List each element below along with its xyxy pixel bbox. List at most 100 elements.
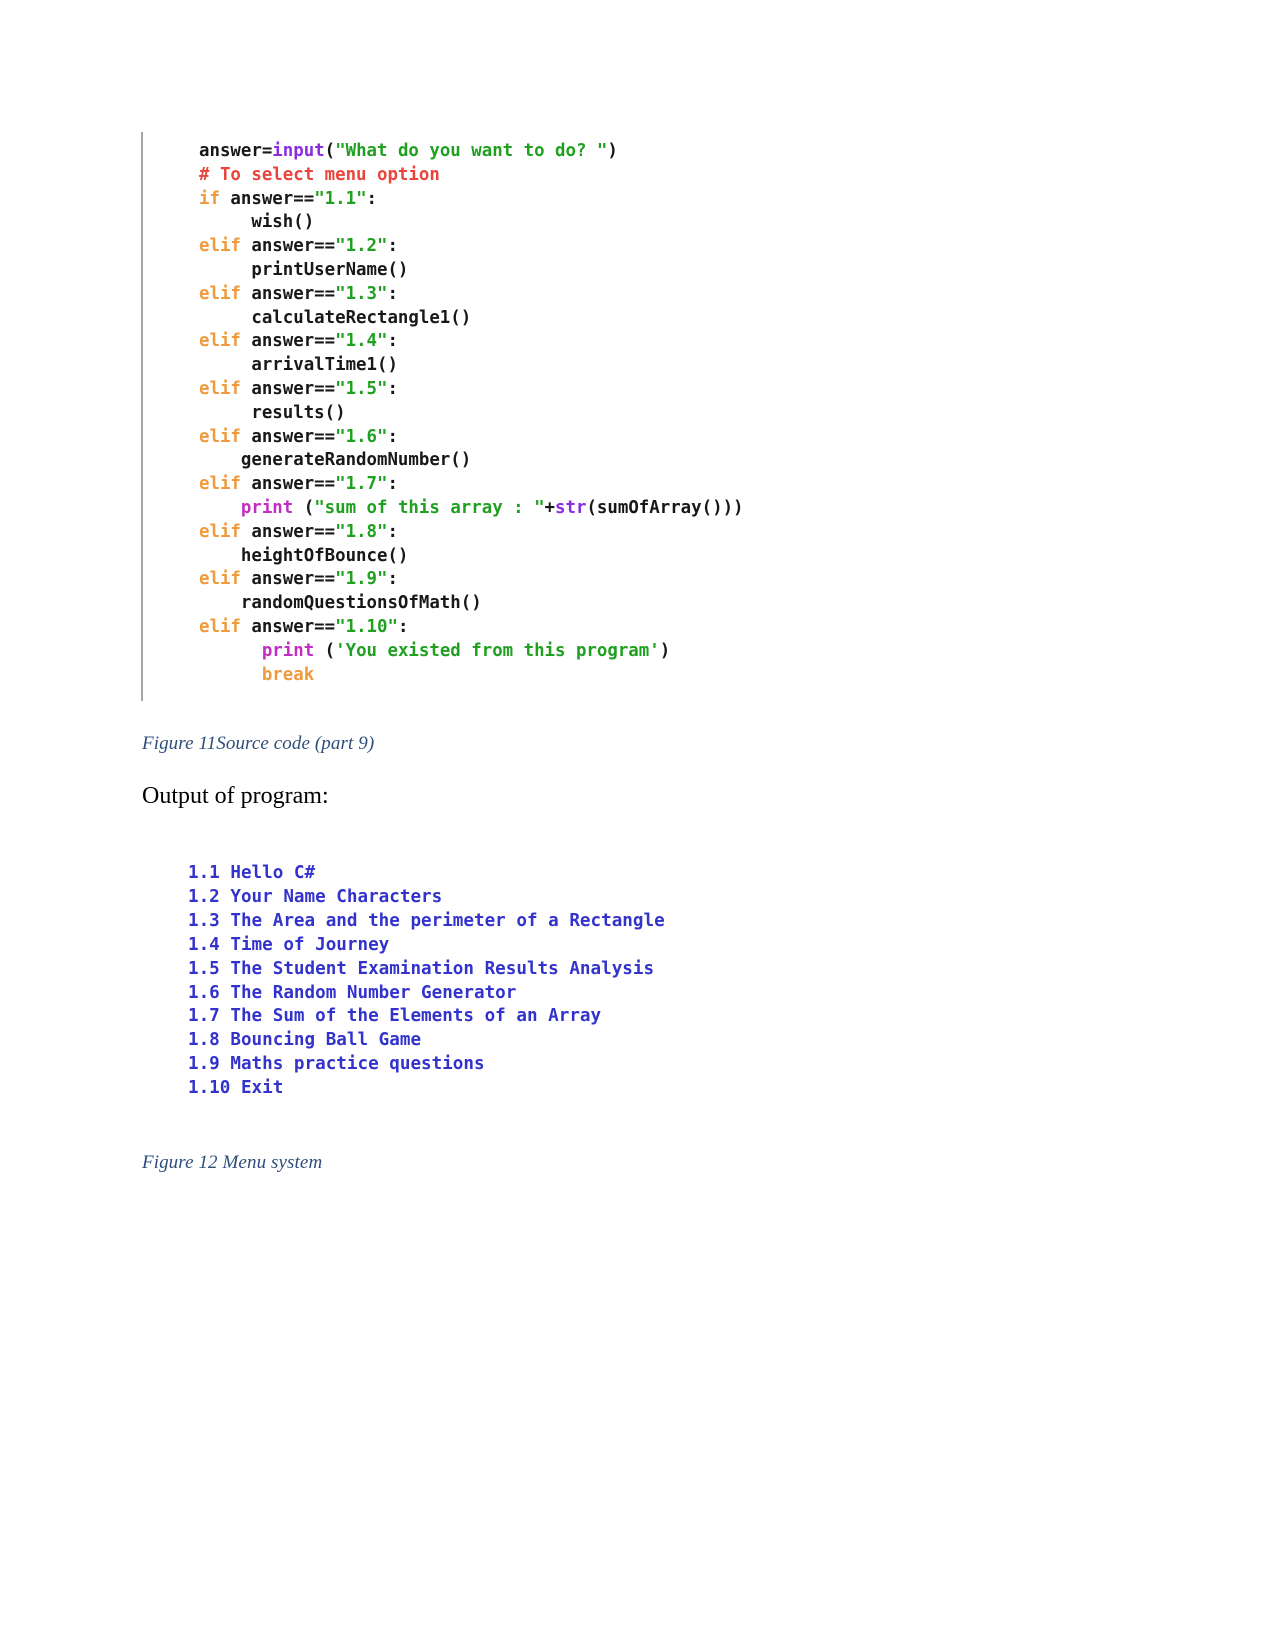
code-token: elif (199, 236, 241, 257)
code-line: elif answer=="1.4": (199, 330, 1041, 354)
code-line: elif answer=="1.7": (199, 473, 1041, 497)
code-token: answer== (219, 188, 315, 209)
code-token: : (387, 283, 398, 304)
code-token: "1.8" (335, 521, 388, 542)
code-token: results() (199, 402, 346, 423)
code-token: ( (324, 141, 336, 161)
code-token: randomQuestionsOfMath() (199, 593, 482, 614)
code-line: elif answer=="1.2": (199, 235, 1041, 259)
code-token: arrivalTime1() (199, 355, 398, 376)
code-token: : (387, 569, 398, 590)
code-token: answer== (240, 616, 336, 637)
code-line: heightOfBounce() (199, 545, 1041, 569)
code-token: "1.7" (335, 474, 388, 495)
output-of-program-heading: Output of program: (142, 783, 329, 809)
code-block: answer=input("What do you want to do? ")… (141, 132, 1041, 702)
code-token: "1.4" (335, 331, 388, 352)
code-token: : (387, 521, 398, 542)
code-line: answer=input("What do you want to do? ") (199, 140, 1041, 164)
code-token: "sum of this array : " (314, 497, 545, 518)
code-line: print ('You existed from this program') (199, 640, 1041, 664)
code-token: : (397, 616, 409, 637)
menu-line: 1.8 Bouncing Ball Game (188, 1030, 422, 1051)
menu-line: 1.1 Hello C# (188, 863, 316, 883)
menu-block: 1.1 Hello C# 1.2 Your Name Characters 1.3 … (188, 862, 1048, 1101)
menu-line: 1.6 The Random Number Generator (188, 982, 517, 1003)
code-line: break (199, 664, 1041, 688)
code-token: wish() (199, 212, 315, 233)
code-token: break (261, 664, 315, 685)
code-line: elif answer=="1.3": (199, 283, 1041, 307)
code-token: "1.5" (335, 378, 388, 399)
menu-line: 1.3 The Area and the perimeter of a Rect… (188, 910, 665, 931)
code-line: printUserName() (199, 259, 1041, 283)
menu-line: 1.5 The Student Examination Results Anal… (188, 958, 655, 979)
code-token: elif (199, 426, 241, 447)
figure-11-caption: Figure 11Source code (part 9) (142, 733, 375, 754)
code-line: if answer=="1.1": (199, 188, 1041, 212)
code-token: # To select menu option (199, 164, 440, 185)
code-token: elif (199, 521, 241, 542)
code-token: : (366, 188, 378, 209)
menu-line: 1.2 Your Name Characters (188, 886, 443, 907)
code-token: answer== (240, 283, 336, 304)
code-token: printUserName() (199, 259, 409, 280)
code-token: : (387, 236, 398, 257)
figure-12-menu-output: 1.1 Hello C# 1.2 Your Name Characters 1.3 … (188, 862, 1048, 1101)
figure-11-source-code: answer=input("What do you want to do? ")… (141, 132, 1041, 702)
code-token: if (199, 188, 220, 209)
code-token: : (387, 426, 398, 447)
document-page: answer=input("What do you want to do? ")… (0, 0, 1275, 1650)
code-token: answer== (240, 569, 336, 590)
code-token: ( (314, 640, 336, 661)
code-token: 'You existed from this program' (335, 640, 660, 661)
code-token: elif (199, 378, 241, 399)
code-token: answer== (240, 521, 336, 542)
code-line: generateRandomNumber() (199, 449, 1041, 473)
code-token: elif (199, 569, 241, 590)
menu-line: 1.9 Maths practice questions (188, 1054, 485, 1075)
code-line: wish() (199, 211, 1041, 235)
code-token: (sumOfArray())) (586, 497, 744, 518)
code-token: "What do you want to do? " (335, 141, 608, 161)
code-line: print ("sum of this array : "+str(sumOfA… (199, 497, 1041, 521)
code-token: elif (199, 283, 241, 304)
code-token: print (240, 497, 294, 518)
code-token: input (272, 141, 325, 161)
code-token: answer== (240, 426, 336, 447)
code-line: elif answer=="1.8": (199, 521, 1041, 545)
code-token: "1.2" (335, 236, 388, 257)
code-token: "1.1" (314, 188, 367, 209)
code-token: "1.6" (335, 426, 388, 447)
code-token: + (544, 497, 556, 518)
code-line: elif answer=="1.5": (199, 378, 1041, 402)
code-token: answer== (240, 331, 336, 352)
code-token: print (261, 640, 315, 661)
menu-line: 1.10 Exit (188, 1078, 284, 1099)
code-token: answer== (240, 236, 336, 257)
menu-line: 1.7 The Sum of the Elements of an Array (188, 1006, 602, 1027)
code-token: answer== (240, 378, 336, 399)
figure-12-caption: Figure 12 Menu system (142, 1152, 323, 1173)
code-token: heightOfBounce() (199, 545, 409, 566)
code-token: ) (607, 141, 618, 161)
code-token: ) (659, 640, 671, 661)
code-line: elif answer=="1.6": (199, 426, 1041, 450)
code-token: generateRandomNumber() (199, 450, 472, 471)
code-line: elif answer=="1.9": (199, 568, 1041, 592)
code-token: answer= (199, 141, 273, 161)
code-line: calculateRectangle1() (199, 307, 1041, 331)
code-token: ( (293, 497, 315, 518)
code-line: arrivalTime1() (199, 354, 1041, 378)
code-token: elif (199, 616, 241, 637)
code-line: elif answer=="1.10": (199, 616, 1041, 640)
code-token: "1.9" (335, 569, 388, 590)
code-token: : (387, 474, 398, 495)
code-token: "1.3" (335, 283, 388, 304)
code-token: calculateRectangle1() (199, 307, 472, 328)
code-token: : (387, 331, 398, 352)
code-token: elif (199, 331, 241, 352)
